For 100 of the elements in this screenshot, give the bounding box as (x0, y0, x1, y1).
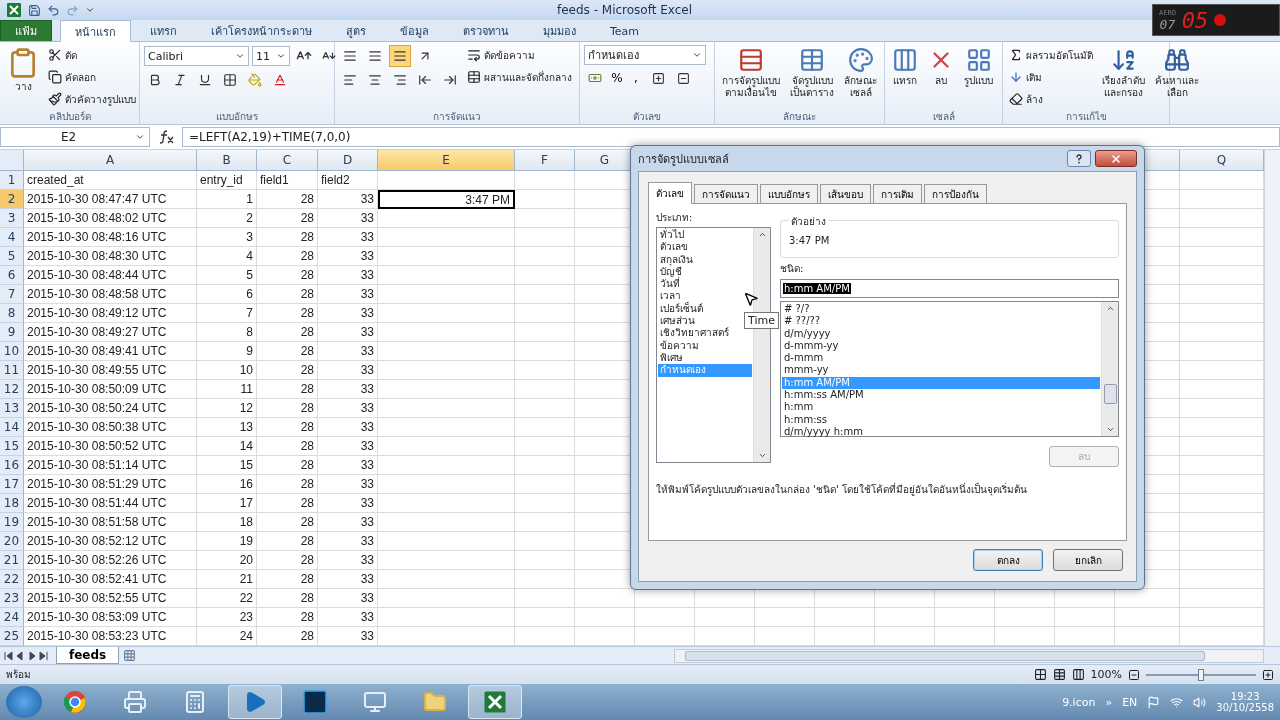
category-item[interactable]: วันที่ (658, 278, 752, 291)
ribbon-tab[interactable]: ตรวจทาน (448, 20, 524, 41)
row-header[interactable]: 19 (0, 513, 24, 532)
ok-button[interactable]: ตกลง (973, 549, 1043, 571)
column-header[interactable]: E (378, 150, 515, 171)
cell-styles-button[interactable]: ลักษณะ เซลล์ (841, 45, 880, 101)
format-item[interactable]: # ??/?? (782, 315, 1100, 328)
format-item[interactable]: d/m/yyyy h:mm (782, 425, 1100, 439)
table-cell: 28 (257, 304, 318, 323)
dialog-tab[interactable]: การจัดแนว (694, 184, 758, 203)
format-item[interactable]: h:mm:ss AM/PM (782, 389, 1100, 402)
ribbon-tab[interactable]: มุมมอง (528, 20, 591, 41)
category-item[interactable]: ตัวเลข (658, 241, 752, 254)
row-header[interactable]: 13 (0, 399, 24, 418)
dialog-tab[interactable]: การป้องกัน (924, 184, 987, 203)
ribbon-tab[interactable]: Team (595, 20, 655, 41)
name-box[interactable]: E2 (0, 127, 150, 147)
category-item[interactable]: สกุลเงิน (658, 253, 752, 266)
row-header[interactable]: 8 (0, 304, 24, 323)
merge-center-button[interactable]: ผสานและจัดกึ่งกลาง (465, 67, 574, 87)
cut-button[interactable]: ตัด (46, 45, 138, 65)
format-button[interactable]: รูปแบบ (961, 45, 996, 89)
ribbon-tab[interactable]: หน้าแรก (60, 20, 131, 42)
paste-button[interactable]: วาง (4, 45, 42, 95)
copy-button[interactable]: คัดลอก (46, 67, 138, 87)
table-cell: 2015-10-30 08:51:14 UTC (24, 456, 197, 475)
row-header[interactable]: 9 (0, 323, 24, 342)
dialog-tab[interactable]: แบบอักษร (760, 184, 818, 203)
column-header[interactable]: F (515, 150, 575, 171)
row-header[interactable]: 25 (0, 627, 24, 646)
row-header[interactable]: 2 (0, 190, 24, 209)
fill-button[interactable]: เติม (1007, 67, 1095, 87)
ribbon-tab[interactable]: ข้อมูล (385, 20, 444, 41)
category-item[interactable]: เชิงวิทยาศาสตร์ (658, 327, 752, 340)
category-item[interactable]: ทั่วไป (658, 229, 752, 242)
row-header[interactable]: 5 (0, 247, 24, 266)
row-header[interactable]: 3 (0, 209, 24, 228)
row-header[interactable]: 14 (0, 418, 24, 437)
font-select[interactable]: Calibri (144, 46, 249, 66)
row-header[interactable]: 17 (0, 475, 24, 494)
format-item[interactable]: mmm-yy (782, 364, 1100, 377)
column-header[interactable]: C (257, 150, 318, 171)
row-header[interactable]: 1 (0, 171, 24, 190)
row-header[interactable]: 4 (0, 228, 24, 247)
row-header[interactable]: 23 (0, 589, 24, 608)
column-header[interactable]: Q (1180, 150, 1264, 171)
row-header[interactable]: 22 (0, 570, 24, 589)
format-as-table-button[interactable]: จัดรูปแบบ เป็นตาราง (787, 45, 837, 101)
group-label: ลักษณะ (783, 110, 816, 124)
column-header[interactable]: D (318, 150, 378, 171)
dialog-tab[interactable]: ตัวเลข (648, 182, 692, 204)
category-item[interactable]: พิเศษ (658, 351, 752, 365)
table-cell: 33 (318, 589, 378, 608)
category-item[interactable]: ข้อความ (658, 339, 752, 352)
row-header[interactable]: 6 (0, 266, 24, 285)
row-header[interactable]: 20 (0, 532, 24, 551)
font-size-select[interactable]: 11 (252, 46, 290, 66)
dialog-tab[interactable]: เส้นขอบ (820, 184, 871, 203)
conditional-formatting-button[interactable]: การจัดรูปแบบ ตามเงื่อนไข (719, 45, 783, 101)
file-tab[interactable]: แฟ้ม (0, 20, 52, 41)
format-painter-button[interactable]: ตัวคัดวางรูปแบบ (46, 89, 138, 109)
wrap-text-button[interactable]: ตัดข้อความ (465, 45, 574, 65)
format-item[interactable]: h:mm:ss (782, 413, 1100, 426)
row-header[interactable]: 24 (0, 608, 24, 627)
insert-button[interactable]: แทรก (889, 45, 921, 89)
sort-filter-button[interactable]: เรียงลำดับ และกรอง (1099, 45, 1148, 101)
row-header[interactable]: 21 (0, 551, 24, 570)
category-item[interactable]: บัญชี (658, 265, 752, 279)
table-cell: 2015-10-30 08:52:55 UTC (24, 589, 197, 608)
row-header[interactable]: 16 (0, 456, 24, 475)
find-select-button[interactable]: ค้นหาและ เลือก (1152, 45, 1202, 101)
format-item[interactable]: h:mm (782, 401, 1100, 414)
format-item[interactable]: d-mmm (782, 352, 1100, 365)
number-format-select[interactable]: กำหนดเอง (584, 45, 706, 65)
number-style-button[interactable]: % (609, 71, 625, 85)
clear-button[interactable]: ล้าง (1007, 89, 1095, 109)
ribbon-tab[interactable]: สูตร (331, 20, 381, 41)
number-style-button[interactable]: , (628, 71, 644, 85)
ribbon-tab[interactable]: แทรก (135, 20, 192, 41)
table-cell: 33 (318, 209, 378, 228)
autosum-button[interactable]: ผลรวมอัตโนมัติ (1007, 45, 1095, 65)
column-header[interactable]: B (197, 150, 257, 171)
row-header[interactable]: 12 (0, 380, 24, 399)
dialog-tab[interactable]: การเติม (873, 184, 922, 203)
delete-button[interactable]: ลบ (925, 45, 957, 89)
format-item[interactable]: d-mmm-yy (782, 339, 1100, 353)
ribbon-tab[interactable]: เค้าโครงหน้ากระดาษ (196, 20, 327, 41)
row-header[interactable]: 18 (0, 494, 24, 513)
row-header[interactable]: 11 (0, 361, 24, 380)
row-header[interactable]: 15 (0, 437, 24, 456)
column-header[interactable]: A (24, 150, 197, 171)
sheet-tab[interactable]: feeds (56, 647, 120, 664)
row-header[interactable]: 10 (0, 342, 24, 361)
table-cell: 28 (257, 494, 318, 513)
row-header[interactable]: 7 (0, 285, 24, 304)
type-field[interactable]: h:mm AM/PM (780, 279, 1119, 298)
cancel-button[interactable]: ยกเลิก (1053, 549, 1123, 571)
format-item[interactable]: # ?/? (782, 303, 1100, 316)
table-cell: 28 (257, 570, 318, 589)
format-item[interactable]: d/m/yyyy (782, 327, 1100, 340)
